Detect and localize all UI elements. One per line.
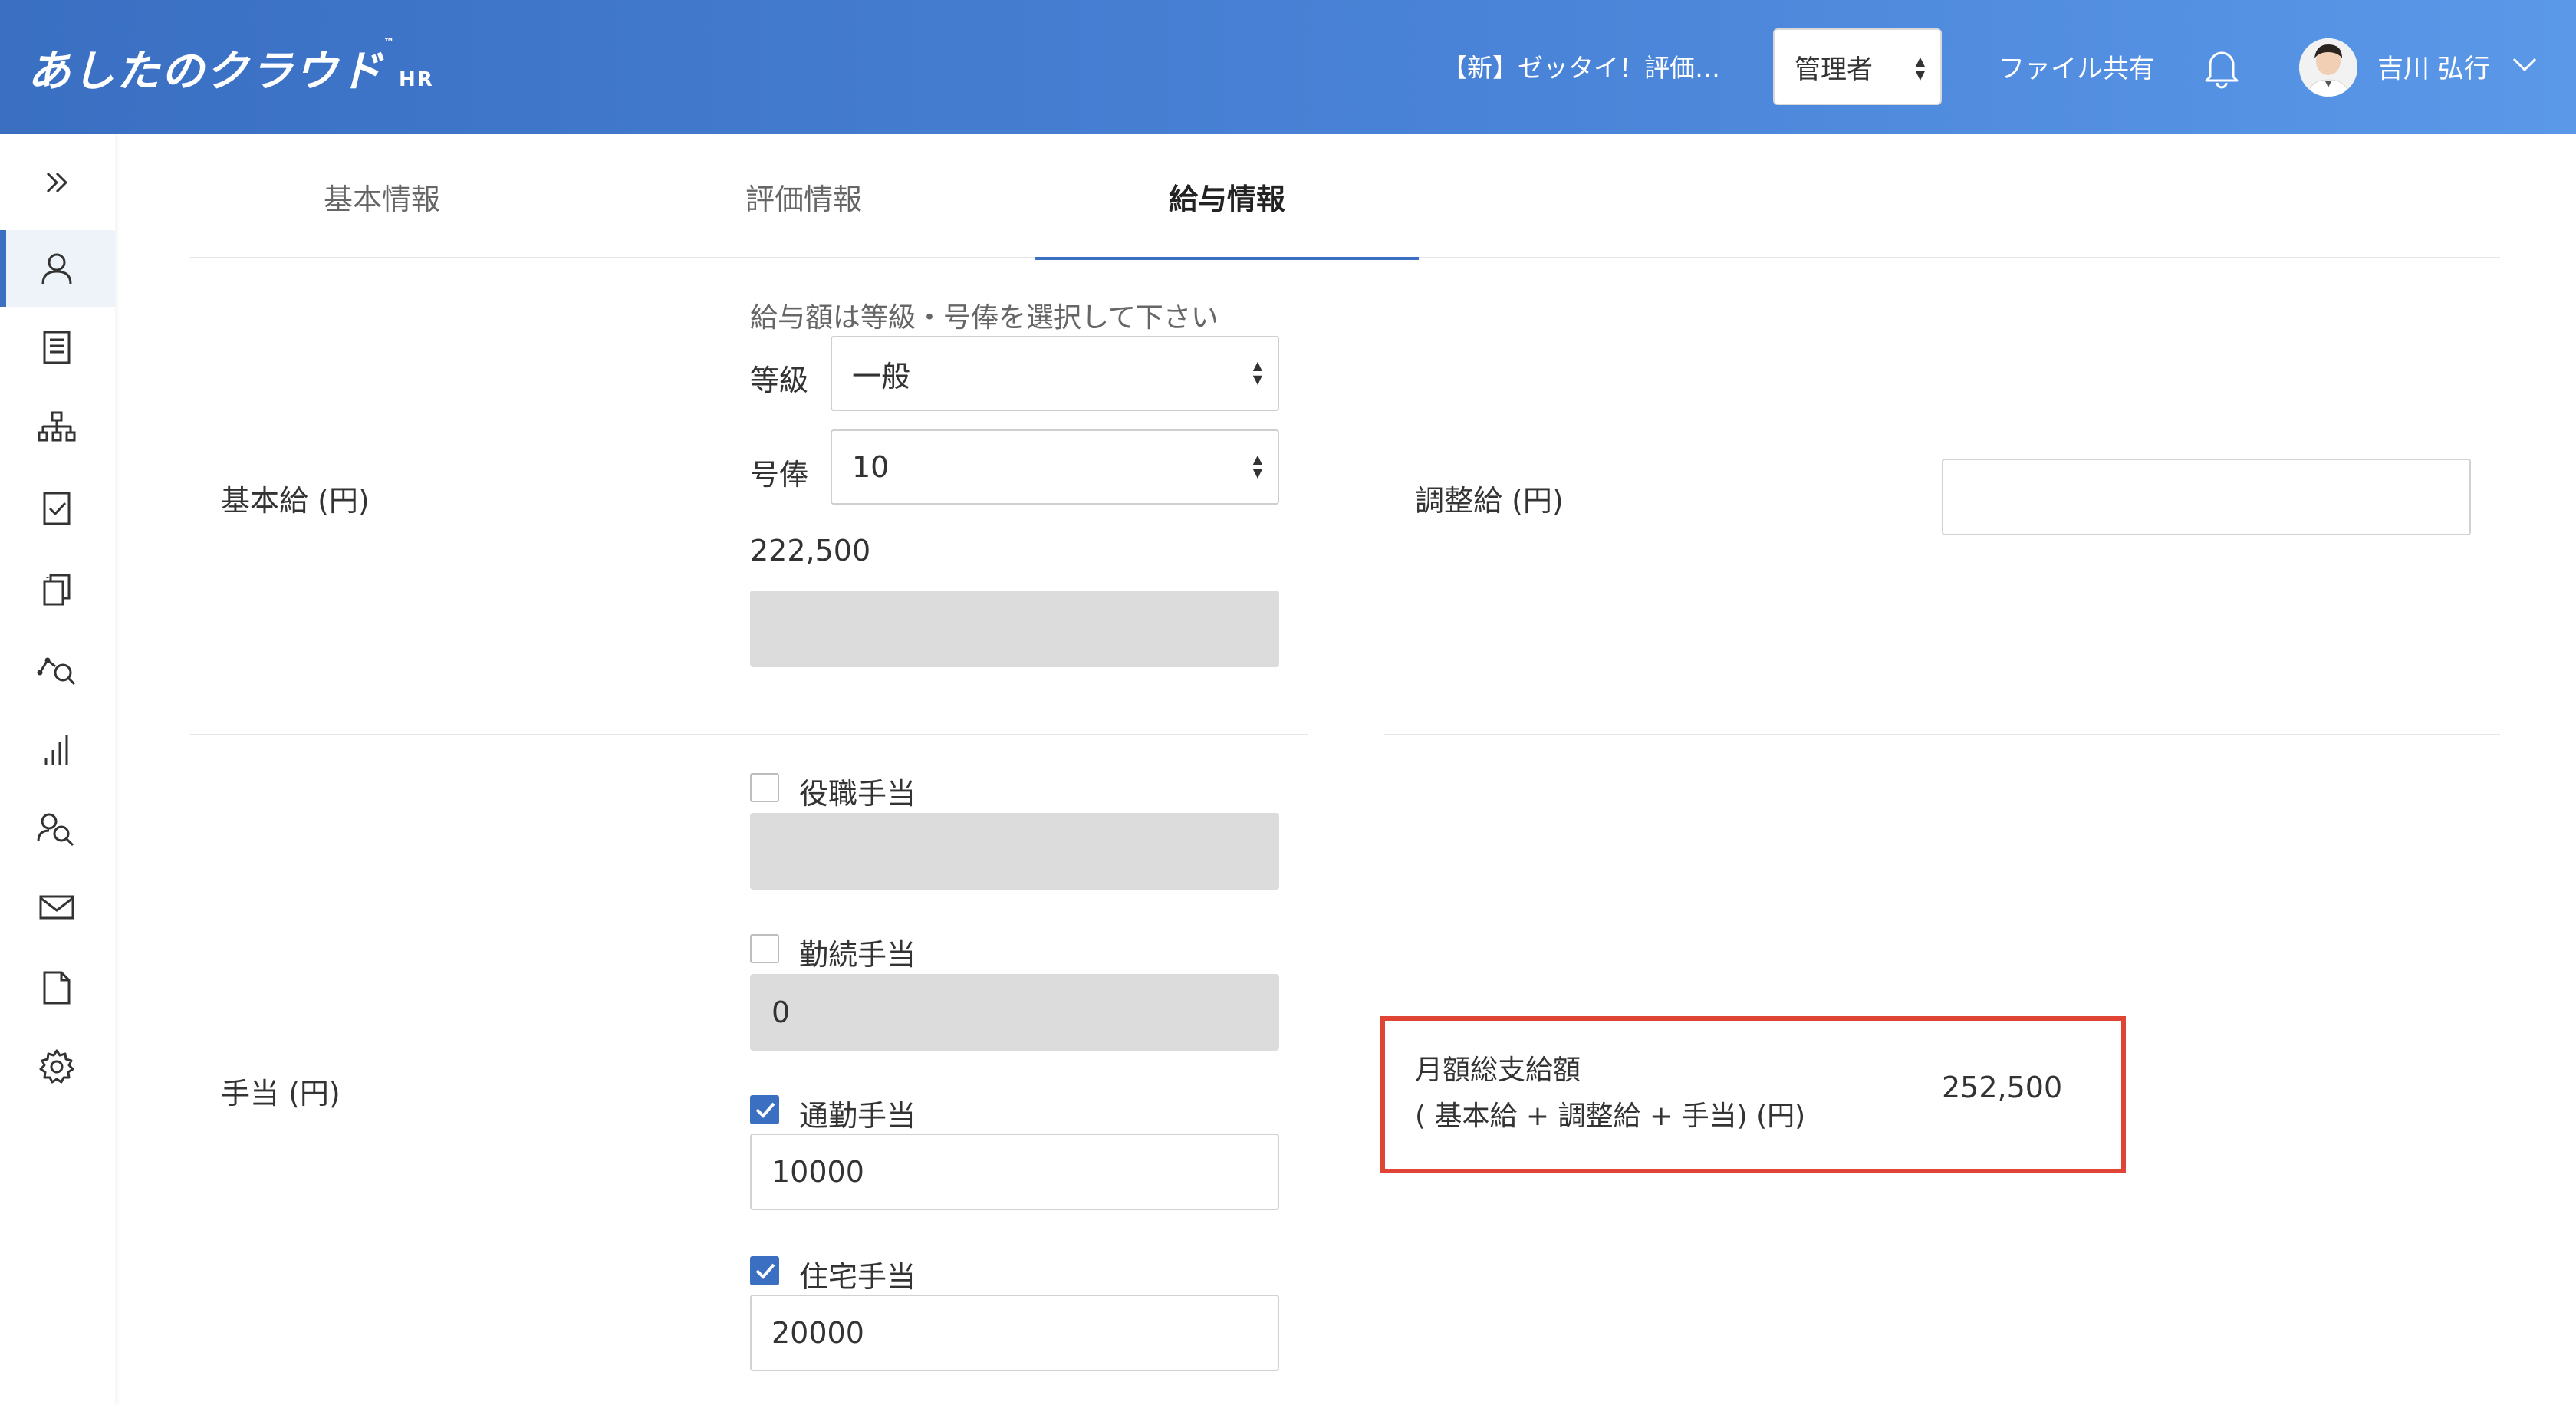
select-arrows-icon: ▲ ▼ [1252, 358, 1262, 387]
total-label-line2: ( 基本給 + 調整給 + 手当) (円) [1415, 1101, 1806, 1132]
housing-allowance-checkbox[interactable] [750, 1256, 779, 1285]
commute-allowance-checkbox[interactable] [750, 1095, 779, 1124]
profile-tabs: 基本情報 評価情報 給与情報 [190, 134, 2500, 260]
allowance-label: 手当 (円) [221, 1077, 341, 1111]
logo-trademark: ™ [383, 37, 396, 49]
bar-chart-icon[interactable] [35, 729, 78, 772]
tab-salary-info[interactable]: 給与情報 [1035, 134, 1419, 260]
copy-icon[interactable] [35, 568, 78, 610]
total-label-line1: 月額総支給額 [1415, 1055, 1581, 1086]
tenure-allowance-input: 0 [750, 974, 1279, 1051]
commute-allowance-label: 通勤手当 [799, 1099, 916, 1133]
analytics-search-icon[interactable] [35, 647, 78, 689]
app-header: あしたのクラウド™ HR 【新】ゼッタイ！評価… 管理者 ▲ ▼ ファイル共有 吉川… [0, 0, 2576, 134]
person-search-icon[interactable] [35, 808, 78, 851]
app-logo[interactable]: あしたのクラウド™ HR [28, 37, 434, 99]
step-select[interactable]: 10 ▲ ▼ [831, 429, 1279, 505]
base-salary-override-input [750, 591, 1279, 667]
logo-sub: HR [399, 68, 434, 91]
section-divider [190, 734, 1308, 735]
base-salary-label: 基本給 (円) [221, 484, 370, 518]
tab-basic-info[interactable]: 基本情報 [190, 134, 574, 258]
person-icon[interactable] [35, 247, 78, 290]
chevron-down-icon[interactable] [2509, 49, 2540, 80]
user-name[interactable]: 吉川 弘行 [2377, 48, 2490, 85]
check-icon [755, 1263, 775, 1279]
adjustment-label: 調整給 (円) [1415, 484, 1564, 518]
total-amount: 252,500 [1942, 1071, 2063, 1104]
logo-text: あしたのクラウド [28, 47, 383, 97]
grade-select-value: 一般 [852, 359, 911, 393]
user-avatar[interactable] [2299, 38, 2357, 97]
commute-allowance-input[interactable]: 10000 [750, 1134, 1279, 1210]
step-label: 号俸 [750, 458, 809, 492]
salary-hint-text: 給与額は等級・号俸を選択して下さい [750, 302, 1219, 334]
position-allowance-label: 役職手当 [799, 777, 916, 811]
tenure-allowance-checkbox[interactable] [750, 934, 779, 963]
checklist-icon[interactable] [35, 487, 78, 530]
role-select-value: 管理者 [1795, 54, 1873, 85]
section-divider [1384, 734, 2500, 735]
expand-sidebar-icon[interactable] [35, 161, 78, 204]
base-salary-amount: 222,500 [750, 534, 871, 568]
housing-allowance-input[interactable]: 20000 [750, 1295, 1279, 1371]
position-allowance-input [750, 813, 1279, 890]
mail-icon[interactable] [35, 886, 78, 929]
file-share-link[interactable]: ファイル共有 [1999, 48, 2155, 85]
role-select[interactable]: 管理者 ▲ ▼ [1773, 28, 1942, 105]
gear-icon[interactable] [35, 1045, 78, 1088]
tenure-allowance-label: 勤続手当 [799, 938, 916, 972]
document-icon[interactable] [35, 326, 78, 369]
file-icon[interactable] [35, 966, 78, 1009]
position-allowance-checkbox[interactable] [750, 773, 779, 802]
grade-select[interactable]: 一般 ▲ ▼ [831, 336, 1279, 411]
sidebar [0, 134, 115, 1405]
org-chart-icon[interactable] [35, 406, 78, 449]
housing-allowance-label: 住宅手当 [799, 1260, 916, 1294]
evaluation-title-link[interactable]: 【新】ゼッタイ！評価… [1442, 48, 1720, 84]
step-select-value: 10 [852, 450, 890, 484]
select-arrows-icon: ▲ ▼ [1252, 452, 1262, 480]
select-arrows-icon: ▲ ▼ [1915, 54, 1925, 82]
sidebar-active-indicator [0, 230, 6, 307]
grade-label: 等級 [750, 364, 809, 397]
bell-icon[interactable] [2203, 46, 2241, 89]
adjustment-input[interactable] [1942, 459, 2471, 535]
check-icon [755, 1102, 775, 1118]
tab-evaluation-info[interactable]: 評価情報 [612, 134, 995, 258]
